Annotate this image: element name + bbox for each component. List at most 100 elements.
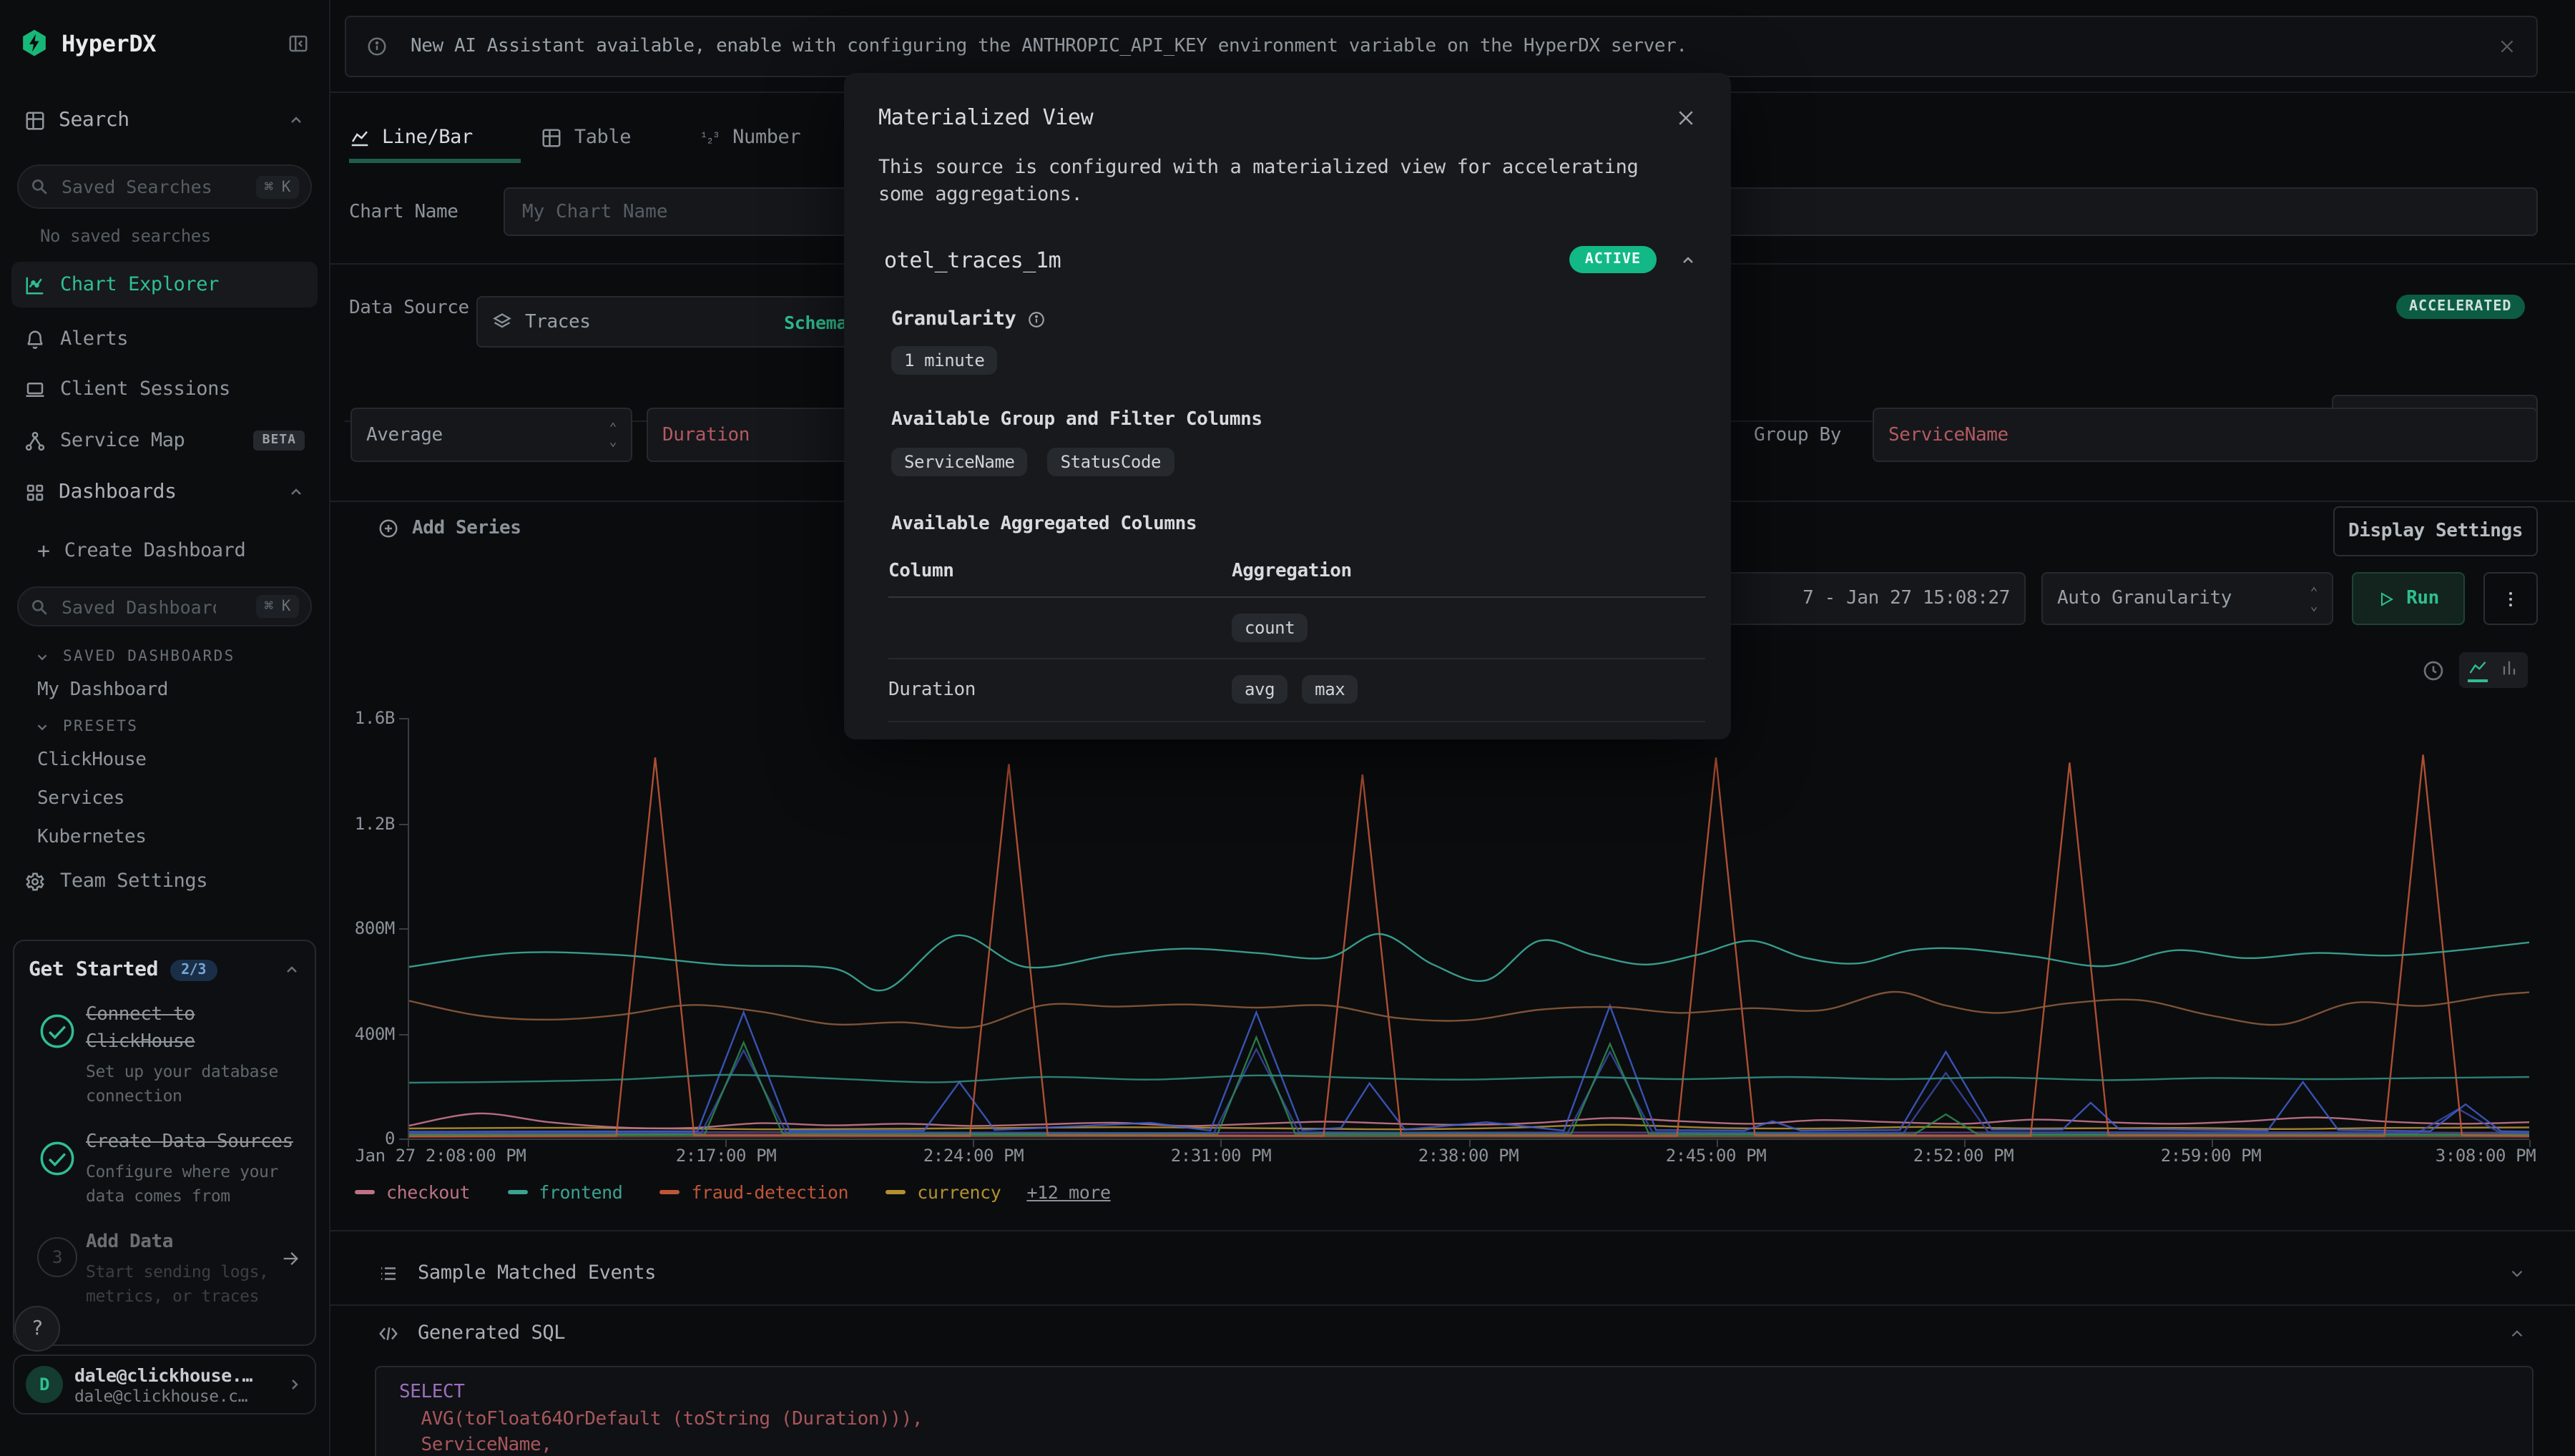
aggregation-rows: countDuration avgmax [888, 598, 1705, 719]
more-options-button[interactable] [2483, 572, 2538, 625]
saved-searches-field[interactable] [59, 174, 219, 199]
legend-item-frontend[interactable]: frontend [507, 1181, 622, 1203]
sidebar-item-preset-services[interactable]: Services [0, 785, 329, 811]
sidebar-item-create-dashboard[interactable]: + Create Dashboard [0, 531, 329, 571]
presets-section[interactable]: PRESETS [0, 714, 329, 739]
chevron-up-icon[interactable] [1679, 251, 1697, 268]
chart-plot[interactable] [408, 718, 2529, 1140]
get-started-header[interactable]: Get Started 2/3 [29, 958, 300, 981]
display-settings-button[interactable]: Display Settings [2333, 506, 2538, 556]
sidebar-item-client-sessions[interactable]: Client Sessions [0, 366, 329, 412]
sidebar-group-dashboards[interactable]: Dashboards [0, 472, 329, 512]
data-source-value: Traces [525, 311, 591, 333]
y-tick [399, 824, 408, 825]
sidebar-item-service-map[interactable]: Service Map BETA [0, 418, 329, 463]
create-dashboard-label: Create Dashboard [64, 539, 246, 562]
x-tick [1964, 1140, 1966, 1147]
chevron-down-icon [34, 719, 50, 734]
sidebar-item-chart-explorer[interactable]: Chart Explorer [11, 262, 318, 308]
alerts-label: Alerts [60, 328, 128, 350]
sidebar-item-my-dashboard[interactable]: My Dashboard [0, 677, 329, 702]
bar-view-toggle-icon[interactable] [2499, 658, 2519, 682]
legend-more-link[interactable]: +12 more [1026, 1181, 1110, 1203]
no-saved-searches: No saved searches [0, 223, 329, 249]
group-by-input[interactable]: ServiceName [1873, 408, 2538, 462]
run-button[interactable]: Run [2352, 572, 2465, 625]
saved-dashboards-input[interactable]: ⌘ K [17, 586, 312, 626]
x-tick [1469, 1140, 1471, 1147]
user-card[interactable]: D dale@clickhouse.… dale@clickhouse.c… [13, 1354, 316, 1415]
chevron-right-icon [286, 1376, 303, 1393]
x-tick-label: 3:08:00 PM [2433, 1146, 2538, 1166]
x-tick-label: 2:45:00 PM [1664, 1146, 1768, 1166]
generated-sql-section[interactable]: Generated SQL [329, 1306, 2575, 1360]
line-view-toggle-icon[interactable] [2468, 658, 2488, 682]
saved-dashboards-field[interactable] [59, 594, 219, 619]
sidebar-item-preset-clickhouse[interactable]: ClickHouse [0, 747, 329, 772]
chevron-up-icon [2508, 1324, 2526, 1342]
sidebar-item-alerts[interactable]: Alerts [0, 316, 329, 362]
x-tick-label: 2:38:00 PM [1416, 1146, 1521, 1166]
plus-icon: + [37, 538, 50, 564]
chart-series-unnamed-teal-2 [408, 1075, 2529, 1083]
sql-code-block[interactable]: SELECT AVG(toFloat64OrDefault (toString … [375, 1366, 2534, 1456]
select-updown-icon: ⌃⌃ [2310, 587, 2318, 610]
chart-explorer-icon [24, 274, 46, 295]
x-tick [2212, 1140, 2213, 1147]
x-tick-label: 2:17:00 PM [674, 1146, 778, 1166]
help-button[interactable]: ? [14, 1306, 60, 1352]
sidebar-collapse-icon[interactable] [288, 32, 309, 54]
add-series-button[interactable]: Add Series [378, 518, 521, 539]
close-icon[interactable] [2498, 37, 2516, 56]
accelerated-badge-wrap: ACCELERATED [2396, 295, 2524, 316]
legend-swatch [886, 1190, 906, 1194]
legend-label: currency [917, 1181, 1001, 1203]
tab-table[interactable]: Table [541, 126, 631, 149]
step-number-icon: 3 [37, 1237, 77, 1277]
question-mark-icon: ? [31, 1317, 43, 1340]
saved-dashboards-section[interactable]: SAVED DASHBOARDS [0, 644, 329, 669]
search-group-label: Search [59, 109, 129, 132]
dashboards-group-label: Dashboards [59, 481, 177, 503]
number-icon: 123 [700, 127, 721, 148]
svg-text:1: 1 [702, 131, 707, 139]
legend-swatch [507, 1190, 527, 1194]
sample-matched-events-section[interactable]: Sample Matched Events [329, 1241, 2575, 1304]
divider [329, 1230, 2575, 1231]
get-started-step[interactable]: 3 Add Data Start sending logs, metrics, … [29, 1229, 300, 1309]
data-source-label: Data Source [349, 297, 469, 319]
aggregate-value: Average [366, 424, 443, 446]
aggregation-column: Duration [888, 679, 1232, 700]
client-sessions-label: Client Sessions [60, 378, 230, 400]
legend-item-currency[interactable]: currency [886, 1181, 1001, 1203]
aggregate-select[interactable]: Average ⌃⌃ [350, 408, 632, 462]
chart-series-unnamed-brown [408, 992, 2529, 1028]
chart-series-unnamed-darkred [408, 1136, 2529, 1137]
sidebar-item-preset-kubernetes[interactable]: Kubernetes [0, 824, 329, 850]
arrow-right-icon[interactable] [280, 1229, 300, 1309]
step-desc: Set up your database connection [86, 1060, 300, 1108]
presets-header: PRESETS [63, 718, 138, 735]
legend-item-checkout[interactable]: checkout [355, 1181, 470, 1203]
schema-link[interactable]: Schema [784, 311, 847, 333]
tab-line-bar[interactable]: Line/Bar [349, 126, 473, 149]
y-tick [399, 1138, 408, 1140]
data-source-select[interactable]: Traces Schema [476, 296, 863, 348]
chevron-up-icon [288, 112, 305, 129]
clock-icon[interactable] [2422, 659, 2445, 682]
close-icon[interactable] [1675, 107, 1697, 128]
granularity-select[interactable]: Auto Granularity ⌃⌃ [2041, 572, 2333, 625]
sidebar-item-team-settings[interactable]: Team Settings [0, 858, 329, 904]
legend-item-fraud-detection[interactable]: fraud-detection [659, 1181, 848, 1203]
sidebar-group-search[interactable]: Search [0, 100, 329, 140]
chart-legend: checkout frontend fraud-detection currency +… [355, 1181, 1111, 1203]
team-settings-label: Team Settings [60, 870, 207, 892]
tab-number[interactable]: 123 Number [700, 126, 800, 149]
granularity-chip: 1 minute [891, 346, 997, 375]
get-started-step[interactable]: Create Data Sources Configure where your… [29, 1128, 300, 1209]
x-axis-line [408, 1138, 2529, 1140]
step-title: Create Data Sources [86, 1128, 300, 1156]
saved-searches-input[interactable]: ⌘ K [17, 164, 312, 209]
chevron-up-icon[interactable] [283, 961, 300, 978]
get-started-step[interactable]: Connect to ClickHouse Set up your databa… [29, 1001, 300, 1108]
